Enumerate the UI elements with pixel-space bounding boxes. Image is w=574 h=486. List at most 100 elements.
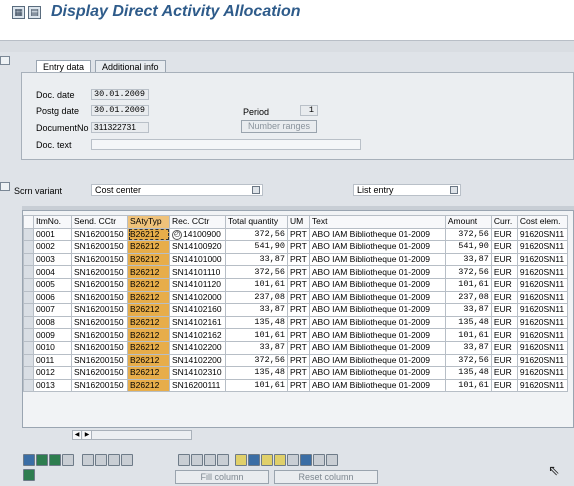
cell-um[interactable]: PRT: [287, 252, 310, 267]
cell-text[interactable]: ABO IAM Bibliotheque 01-2009: [308, 315, 446, 330]
row-select-cell[interactable]: [23, 265, 34, 279]
row-select-cell[interactable]: [23, 303, 34, 317]
cell-send-cctr[interactable]: SN16200150: [71, 378, 128, 393]
cell-rec-cctr[interactable]: ◴ 14100900: [169, 227, 226, 242]
cell-send-cctr[interactable]: SN16200150: [71, 265, 128, 279]
col-um-header[interactable]: UM: [287, 215, 310, 229]
postg-date-field[interactable]: 30.01.2009: [91, 105, 149, 116]
cell-cost-elem[interactable]: 91620SN11: [516, 353, 568, 368]
collapse-list-icon[interactable]: [0, 182, 10, 191]
cell-rec-cctr[interactable]: SN14101000: [169, 252, 226, 267]
row-select-cell[interactable]: [23, 227, 34, 242]
cell-itmno[interactable]: 0007: [33, 303, 72, 317]
reset-column-button[interactable]: Reset column: [274, 470, 378, 484]
cell-amount[interactable]: 33,87: [444, 340, 492, 355]
cell-rec-cctr[interactable]: SN14101120: [169, 277, 226, 292]
cell-curr[interactable]: EUR: [490, 303, 518, 317]
period-field[interactable]: 1: [300, 105, 318, 116]
row-select-cell[interactable]: [23, 315, 34, 330]
table-row[interactable]: 0002 SN16200150 B26212 SN14100920 541,90 PRT A…: [23, 240, 568, 254]
cell-curr[interactable]: EUR: [490, 328, 518, 342]
cell-cost-elem[interactable]: 91620SN11: [516, 378, 568, 393]
cell-um[interactable]: PRT: [287, 227, 310, 242]
find-icon[interactable]: [261, 454, 273, 466]
table-row[interactable]: 0010 SN16200150 B26212 SN14102200 33,87 PRT AB…: [23, 340, 568, 355]
cell-cost-elem[interactable]: 91620SN11: [516, 328, 568, 342]
cell-um[interactable]: PRT: [287, 240, 310, 254]
cell-rec-cctr[interactable]: SN16200111: [169, 378, 226, 393]
cell-satytyp[interactable]: B26212: [127, 227, 170, 242]
cell-total-quantity[interactable]: 135,48: [225, 366, 288, 380]
table-row[interactable]: 0006 SN16200150 B26212 SN14102000 237,08 PRT A…: [23, 290, 568, 305]
cell-total-quantity[interactable]: 372,56: [225, 265, 288, 279]
dropdown-icon[interactable]: [450, 186, 458, 194]
col-itmno-header[interactable]: ItmNo.: [33, 215, 72, 229]
row-select-cell[interactable]: [23, 378, 34, 393]
insert-row-icon[interactable]: [82, 454, 94, 466]
cell-curr[interactable]: EUR: [490, 315, 518, 330]
deselect-icon[interactable]: [49, 454, 61, 466]
cell-curr[interactable]: EUR: [490, 227, 518, 242]
cell-satytyp[interactable]: B26212: [127, 303, 170, 317]
cell-itmno[interactable]: 0012: [33, 366, 72, 380]
col-curr-header[interactable]: Curr.: [490, 215, 518, 229]
cell-amount[interactable]: 101,61: [444, 328, 492, 342]
cell-text[interactable]: ABO IAM Bibliotheque 01-2009: [308, 277, 446, 292]
cell-itmno[interactable]: 0011: [33, 353, 72, 368]
table-row[interactable]: 0003 SN16200150 B26212 SN14101000 33,87 PRT AB…: [23, 252, 568, 267]
scroll-left-icon[interactable]: ◀: [73, 431, 82, 439]
cell-itmno[interactable]: 0001: [33, 227, 72, 242]
cell-um[interactable]: PRT: [287, 340, 310, 355]
cell-curr[interactable]: EUR: [490, 340, 518, 355]
cell-satytyp[interactable]: B26212: [127, 353, 170, 368]
cell-um[interactable]: PRT: [287, 366, 310, 380]
cell-text[interactable]: ABO IAM Bibliotheque 01-2009: [308, 353, 446, 368]
horizontal-scrollbar[interactable]: ◀ ▶: [72, 430, 192, 440]
export-icon[interactable]: [313, 454, 325, 466]
fill-column-button[interactable]: Fill column: [175, 470, 269, 484]
row-select-cell[interactable]: [23, 277, 34, 292]
cell-um[interactable]: PRT: [287, 353, 310, 368]
cell-curr[interactable]: EUR: [490, 252, 518, 267]
cell-um[interactable]: PRT: [287, 303, 310, 317]
cell-send-cctr[interactable]: SN16200150: [71, 277, 128, 292]
cell-send-cctr[interactable]: SN16200150: [71, 366, 128, 380]
cell-send-cctr[interactable]: SN16200150: [71, 290, 128, 305]
cell-curr[interactable]: EUR: [490, 378, 518, 393]
cell-cost-elem[interactable]: 91620SN11: [516, 227, 568, 242]
cell-text[interactable]: ABO IAM Bibliotheque 01-2009: [308, 240, 446, 254]
cell-satytyp[interactable]: B26212: [127, 277, 170, 292]
cell-total-quantity[interactable]: 372,56: [225, 353, 288, 368]
document-icon[interactable]: ▤: [28, 6, 41, 19]
cell-um[interactable]: PRT: [287, 328, 310, 342]
cell-um[interactable]: PRT: [287, 315, 310, 330]
cell-itmno[interactable]: 0010: [33, 340, 72, 355]
cell-curr[interactable]: EUR: [490, 265, 518, 279]
row-select-cell[interactable]: [23, 340, 34, 355]
cell-total-quantity[interactable]: 101,61: [225, 277, 288, 292]
cell-cost-elem[interactable]: 91620SN11: [516, 315, 568, 330]
cell-satytyp[interactable]: B26212: [127, 265, 170, 279]
cell-cost-elem[interactable]: 91620SN11: [516, 265, 568, 279]
cell-total-quantity[interactable]: 33,87: [225, 303, 288, 317]
cell-amount[interactable]: 33,87: [444, 303, 492, 317]
cell-cost-elem[interactable]: 91620SN11: [516, 252, 568, 267]
cell-total-quantity[interactable]: 237,08: [225, 290, 288, 305]
cell-text[interactable]: ABO IAM Bibliotheque 01-2009: [308, 227, 446, 242]
cell-total-quantity[interactable]: 135,48: [225, 315, 288, 330]
cell-cost-elem[interactable]: 91620SN11: [516, 366, 568, 380]
cell-itmno[interactable]: 0002: [33, 240, 72, 254]
cell-curr[interactable]: EUR: [490, 353, 518, 368]
cell-total-quantity[interactable]: 101,61: [225, 328, 288, 342]
table-row[interactable]: 0001 SN16200150 B26212 ◴ 14100900 372,56 PRT AB…: [23, 227, 568, 242]
sum-icon[interactable]: [23, 469, 35, 481]
cell-send-cctr[interactable]: SN16200150: [71, 315, 128, 330]
cell-text[interactable]: ABO IAM Bibliotheque 01-2009: [308, 252, 446, 267]
cell-rec-cctr[interactable]: SN14102000: [169, 290, 226, 305]
table-row[interactable]: 0009 SN16200150 B26212 SN14102162 101,61 PRT A…: [23, 328, 568, 342]
cell-satytyp[interactable]: B26212: [127, 290, 170, 305]
sort-icon[interactable]: [287, 454, 299, 466]
cell-send-cctr[interactable]: SN16200150: [71, 252, 128, 267]
system-menu-icon[interactable]: ▦: [12, 6, 25, 19]
cell-um[interactable]: PRT: [287, 265, 310, 279]
